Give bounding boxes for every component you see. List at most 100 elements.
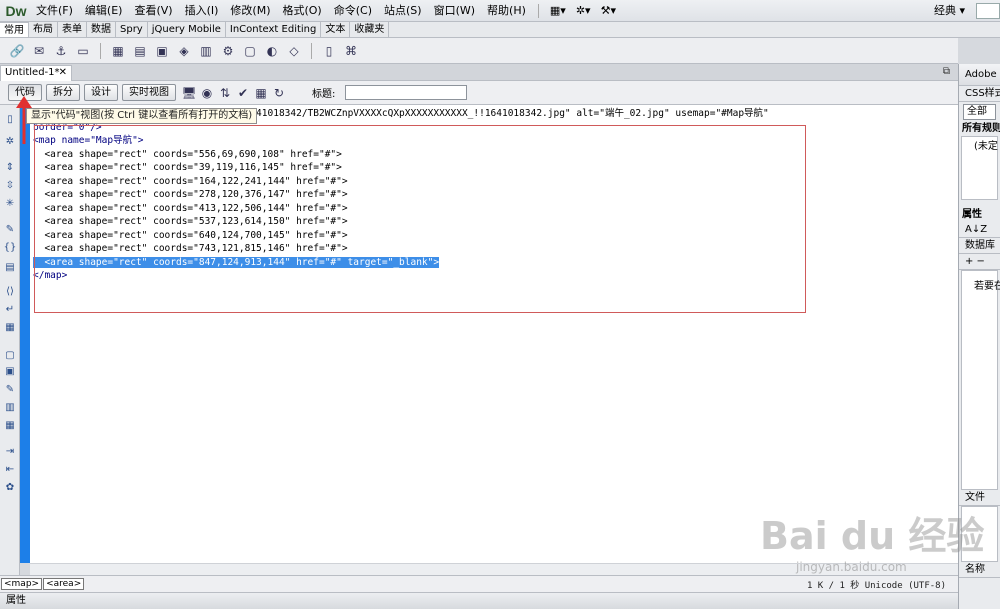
files-tab[interactable]: 文件 (959, 490, 1000, 506)
expand-all-icon[interactable]: ✳ (3, 197, 17, 209)
media-icon[interactable]: ◈ (175, 43, 193, 59)
rules-list[interactable]: (未定 (961, 136, 998, 200)
email-link-icon[interactable]: ✉ (30, 43, 48, 59)
close-icon[interactable]: ✕ (59, 66, 67, 80)
tab-incontext-editing[interactable]: InContext Editing (225, 22, 322, 37)
menu-separator (537, 3, 539, 18)
menu-edit[interactable]: 编辑(E) (79, 0, 129, 22)
wrap-tag-icon[interactable]: ✎ (3, 383, 17, 395)
recent-snippets-icon[interactable]: ▥ (3, 401, 17, 413)
preview-browser-icon[interactable]: ◉ (198, 85, 216, 101)
table-icon[interactable]: ▦ (109, 43, 127, 59)
search-input[interactable] (976, 3, 1000, 19)
insert-icon-toolbar: 🔗 ✉ ⚓ ▭ ▦ ▤ ▣ ◈ ▥ ⚙ ▢ ◐ ◇ ▯ ⌘ (0, 38, 958, 64)
comment-icon[interactable]: ▢ (241, 43, 259, 59)
sort-az-icon[interactable]: A↓Z (959, 222, 1000, 238)
tab-favorites[interactable]: 收藏夹 (350, 22, 390, 37)
coding-toolbar: ▯ ✲ ⇕ ⇳ ✳ ✎ {} ▤ ⟨⟩ ↵ ▦ ▢ ▣ ✎ ▥ ▦ ⇥ ⇤ ✿ (0, 105, 20, 575)
head-icon[interactable]: ◐ (263, 43, 281, 59)
code-gutter (20, 105, 30, 563)
document-tab-strip: Untitled-1* ✕ ⧉ (0, 64, 958, 81)
title-input[interactable] (345, 85, 468, 100)
format-source-icon[interactable]: ✿ (3, 481, 17, 493)
properties-bar[interactable]: 属性 (0, 592, 958, 609)
syntax-coloring-icon[interactable]: ▦ (3, 321, 17, 333)
refresh-icon[interactable]: ↻ (270, 85, 288, 101)
menu-help[interactable]: 帮助(H) (481, 0, 532, 22)
horizontal-rule-icon[interactable]: ▭ (74, 43, 92, 59)
title-label: 标题: (312, 89, 336, 100)
tab-spry[interactable]: Spry (116, 22, 148, 37)
templates-icon[interactable]: ▯ (320, 43, 338, 59)
extend-icon[interactable]: ✲▾ (571, 0, 596, 22)
menu-window[interactable]: 窗口(W) (428, 0, 481, 22)
apply-comment-icon[interactable]: ▢ (3, 349, 17, 361)
file-management-icon[interactable]: ⇅ (216, 85, 234, 101)
hyperlink-icon[interactable]: 🔗 (8, 43, 26, 59)
baidu-watermark-url: jingyan.baidu.com (796, 560, 907, 574)
multiscreen-icon[interactable]: 🖥 (180, 85, 198, 101)
database-tab[interactable]: 数据库 (959, 238, 1000, 254)
design-view-button[interactable]: 设计 (84, 84, 118, 101)
highlight-invalid-icon[interactable]: ⟨⟩ (3, 285, 17, 297)
tag-area[interactable]: <area> (43, 578, 85, 590)
collapse-full-tag-icon[interactable]: ⇕ (3, 161, 17, 173)
add-remove-icon[interactable]: + − (959, 254, 1000, 270)
tab-layout[interactable]: 布局 (29, 22, 58, 37)
tab-data[interactable]: 数据 (87, 22, 116, 37)
script-icon[interactable]: ◇ (285, 43, 303, 59)
menu-site[interactable]: 站点(S) (378, 0, 428, 22)
move-css-icon[interactable]: ▦ (3, 419, 17, 431)
visual-aids-icon[interactable]: ▦ (252, 85, 270, 101)
annotation-arrow-icon (16, 96, 32, 144)
tag-chooser-icon[interactable]: ⌘ (342, 43, 360, 59)
live-view-button[interactable]: 实时视图 (122, 84, 176, 101)
css-styles-tab[interactable]: CSS样式 (959, 86, 1000, 102)
date-icon[interactable]: ▥ (197, 43, 215, 59)
insert-div-icon[interactable]: ▤ (131, 43, 149, 59)
word-wrap-icon[interactable]: ↵ (3, 303, 17, 315)
menu-view[interactable]: 查看(V) (128, 0, 178, 22)
code-editor[interactable]: extra/12/1641018342/TB2WCZnpVXXXXcQXpXXX… (30, 105, 958, 563)
named-anchor-icon[interactable]: ⚓ (52, 43, 70, 59)
tab-forms[interactable]: 表单 (58, 22, 87, 37)
menu-commands[interactable]: 命令(C) (328, 0, 378, 22)
line-numbers-icon[interactable]: ▤ (3, 261, 17, 273)
document-toolbar: 代码 拆分 设计 实时视图 🖥 ◉ ⇅ ✔ ▦ ↻ 标题: (0, 81, 958, 105)
tab-jquery-mobile[interactable]: jQuery Mobile (147, 22, 226, 37)
workspace-switcher[interactable]: 经典 ▾ (929, 0, 970, 22)
check-page-icon[interactable]: ✔ (234, 85, 252, 101)
remove-comment-icon[interactable]: ▣ (3, 365, 17, 377)
outdent-code-icon[interactable]: ⇤ (3, 463, 17, 475)
document-tab-untitled[interactable]: Untitled-1* ✕ (0, 65, 72, 81)
tag-selector: <map> <area> 1 K / 1 秒 Unicode (UTF-8) (0, 575, 958, 592)
site-icon[interactable]: ⚒▾ (596, 0, 621, 22)
dreamweaver-logo: Dw (5, 2, 27, 19)
rules-undefined: (未定 (974, 141, 998, 152)
tag-map[interactable]: <map> (1, 578, 43, 590)
restore-icon[interactable]: ⧉ (943, 66, 950, 77)
toolbar-separator (100, 42, 101, 59)
server-side-include-icon[interactable]: ⚙ (219, 43, 237, 59)
images-icon[interactable]: ▣ (153, 43, 171, 59)
balance-braces-icon[interactable]: {} (3, 241, 17, 253)
menu-modify[interactable]: 修改(M) (224, 0, 276, 22)
menu-insert[interactable]: 插入(I) (179, 0, 225, 22)
select-parent-tag-icon[interactable]: ✎ (3, 223, 17, 235)
layout-icon[interactable]: ▦▾ (545, 0, 571, 22)
all-button[interactable]: 全部 (963, 104, 996, 120)
status-text: 1 K / 1 秒 Unicode (UTF-8) (806, 581, 946, 591)
menu-format[interactable]: 格式(O) (276, 0, 327, 22)
tab-text[interactable]: 文本 (321, 22, 351, 37)
split-view-button[interactable]: 拆分 (46, 84, 80, 101)
all-rules-heading: 所有规则 (962, 123, 1000, 134)
toolbar-separator (311, 42, 312, 59)
tab-common[interactable]: 常用 (0, 22, 29, 37)
database-hint: 若要在 (974, 281, 1000, 292)
adobe-panel-header[interactable]: Adobe (959, 64, 1000, 86)
database-panel-body: 若要在 (961, 270, 1000, 490)
collapse-selection-icon[interactable]: ⇳ (3, 179, 17, 191)
document-tab-label: Untitled-1* (5, 67, 60, 78)
menu-file[interactable]: 文件(F) (30, 0, 79, 22)
indent-code-icon[interactable]: ⇥ (3, 445, 17, 457)
